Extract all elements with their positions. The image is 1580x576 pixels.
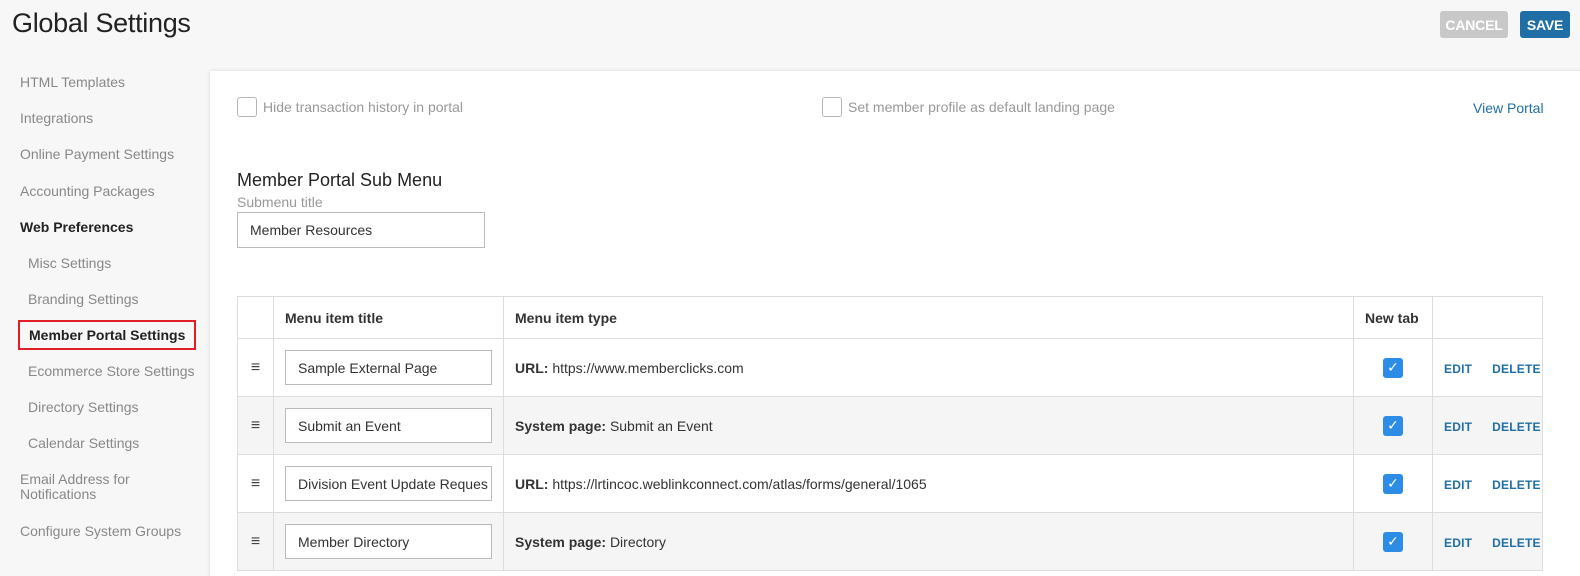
sidebar-item-calendar-settings[interactable]: Calendar Settings <box>28 436 139 451</box>
drag-column-header <box>237 296 274 339</box>
menu-item-type-value: Directory <box>609 533 666 550</box>
sidebar-item-directory-settings[interactable]: Directory Settings <box>28 400 138 415</box>
menu-item-type-label: System page: <box>515 417 607 434</box>
sidebar-item-html-templates[interactable]: HTML Templates <box>20 75 125 90</box>
delete-button[interactable]: DELETE <box>1492 478 1541 492</box>
drag-handle-icon[interactable]: ≡ <box>237 396 274 455</box>
sidebar-item-web-preferences[interactable]: Web Preferences <box>20 220 133 235</box>
sidebar-item-integrations[interactable]: Integrations <box>20 111 93 126</box>
menu-item-title-input[interactable]: Submit an Event <box>285 408 492 443</box>
new-tab-checkbox[interactable]: ✓ <box>1383 531 1403 552</box>
menu-item-title-input[interactable]: Division Event Update Reques <box>285 466 492 501</box>
submenu-title-input[interactable]: Member Resources <box>237 212 485 248</box>
checkmark-icon: ✓ <box>1387 533 1399 549</box>
delete-button[interactable]: DELETE <box>1492 362 1541 376</box>
cancel-button[interactable]: CANCEL <box>1440 11 1508 38</box>
menu-item-type-label: System page: <box>515 533 607 550</box>
submenu-title-label: Submenu title <box>237 194 323 210</box>
section-title: Member Portal Sub Menu <box>237 170 443 190</box>
checkmark-icon: ✓ <box>1387 475 1399 491</box>
column-header-type: Menu item type <box>503 296 1354 339</box>
menu-item-type-value: https://www.memberclicks.com <box>552 359 744 376</box>
sidebar-item-email-address-line1[interactable]: Email Address for <box>20 472 130 487</box>
default-landing-checkbox[interactable] <box>822 97 842 117</box>
hide-history-checkbox[interactable] <box>237 97 257 117</box>
sidebar-item-accounting-packages[interactable]: Accounting Packages <box>20 184 155 199</box>
new-tab-checkbox[interactable]: ✓ <box>1383 415 1403 436</box>
sidebar-item-member-portal-settings[interactable]: Member Portal Settings <box>18 320 197 350</box>
edit-button[interactable]: EDIT <box>1444 362 1472 376</box>
sidebar-item-email-address-line2[interactable]: Notifications <box>20 487 96 502</box>
menu-item-type-value: https://lrtincoc.weblinkconnect.com/atla… <box>552 475 927 492</box>
menu-item-title-input[interactable]: Member Directory <box>285 524 492 559</box>
hide-history-label: Hide transaction history in portal <box>263 99 463 115</box>
delete-button[interactable]: DELETE <box>1492 536 1541 550</box>
actions-column-header <box>1432 296 1543 339</box>
menu-item-type-label: URL: <box>515 359 549 376</box>
table-header-row: Menu item title Menu item type New tab <box>237 296 1543 339</box>
drag-handle-icon[interactable]: ≡ <box>237 454 274 513</box>
sidebar-item-online-payment-settings[interactable]: Online Payment Settings <box>20 147 174 162</box>
sidebar-item-ecommerce-store-settings[interactable]: Ecommerce Store Settings <box>28 364 195 379</box>
edit-button[interactable]: EDIT <box>1444 420 1472 434</box>
new-tab-checkbox[interactable]: ✓ <box>1383 357 1403 378</box>
new-tab-checkbox[interactable]: ✓ <box>1383 473 1403 494</box>
drag-handle-icon[interactable]: ≡ <box>237 512 274 571</box>
menu-items-table: Menu item title Menu item type New tab ≡… <box>237 296 1543 571</box>
edit-button[interactable]: EDIT <box>1444 536 1472 550</box>
column-header-title: Menu item title <box>273 296 504 339</box>
table-row: ≡ Division Event Update Reques URL: http… <box>237 454 1543 513</box>
table-row: ≡ Sample External Page URL: https://www.… <box>237 338 1543 397</box>
sidebar-item-configure-system-groups[interactable]: Configure System Groups <box>20 524 181 539</box>
sidebar-item-misc-settings[interactable]: Misc Settings <box>28 256 111 271</box>
table-row: ≡ Submit an Event System page: Submit an… <box>237 396 1543 455</box>
save-button[interactable]: SAVE <box>1520 11 1570 38</box>
default-landing-label: Set member profile as default landing pa… <box>848 99 1115 115</box>
menu-item-type-label: URL: <box>515 475 549 492</box>
hide-history-option[interactable]: Hide transaction history in portal <box>237 97 463 117</box>
table-row: ≡ Member Directory System page: Director… <box>237 512 1543 571</box>
column-header-new-tab: New tab <box>1353 296 1433 339</box>
sidebar-item-branding-settings[interactable]: Branding Settings <box>28 292 139 307</box>
view-portal-link[interactable]: View Portal <box>1473 100 1544 116</box>
page-title: Global Settings <box>12 8 191 38</box>
checkmark-icon: ✓ <box>1387 417 1399 433</box>
menu-item-title-input[interactable]: Sample External Page <box>285 350 492 385</box>
default-landing-option[interactable]: Set member profile as default landing pa… <box>822 97 1115 117</box>
delete-button[interactable]: DELETE <box>1492 420 1541 434</box>
drag-handle-icon[interactable]: ≡ <box>237 338 274 397</box>
menu-item-type-value: Submit an Event <box>609 417 713 434</box>
edit-button[interactable]: EDIT <box>1444 478 1472 492</box>
checkmark-icon: ✓ <box>1387 359 1399 375</box>
